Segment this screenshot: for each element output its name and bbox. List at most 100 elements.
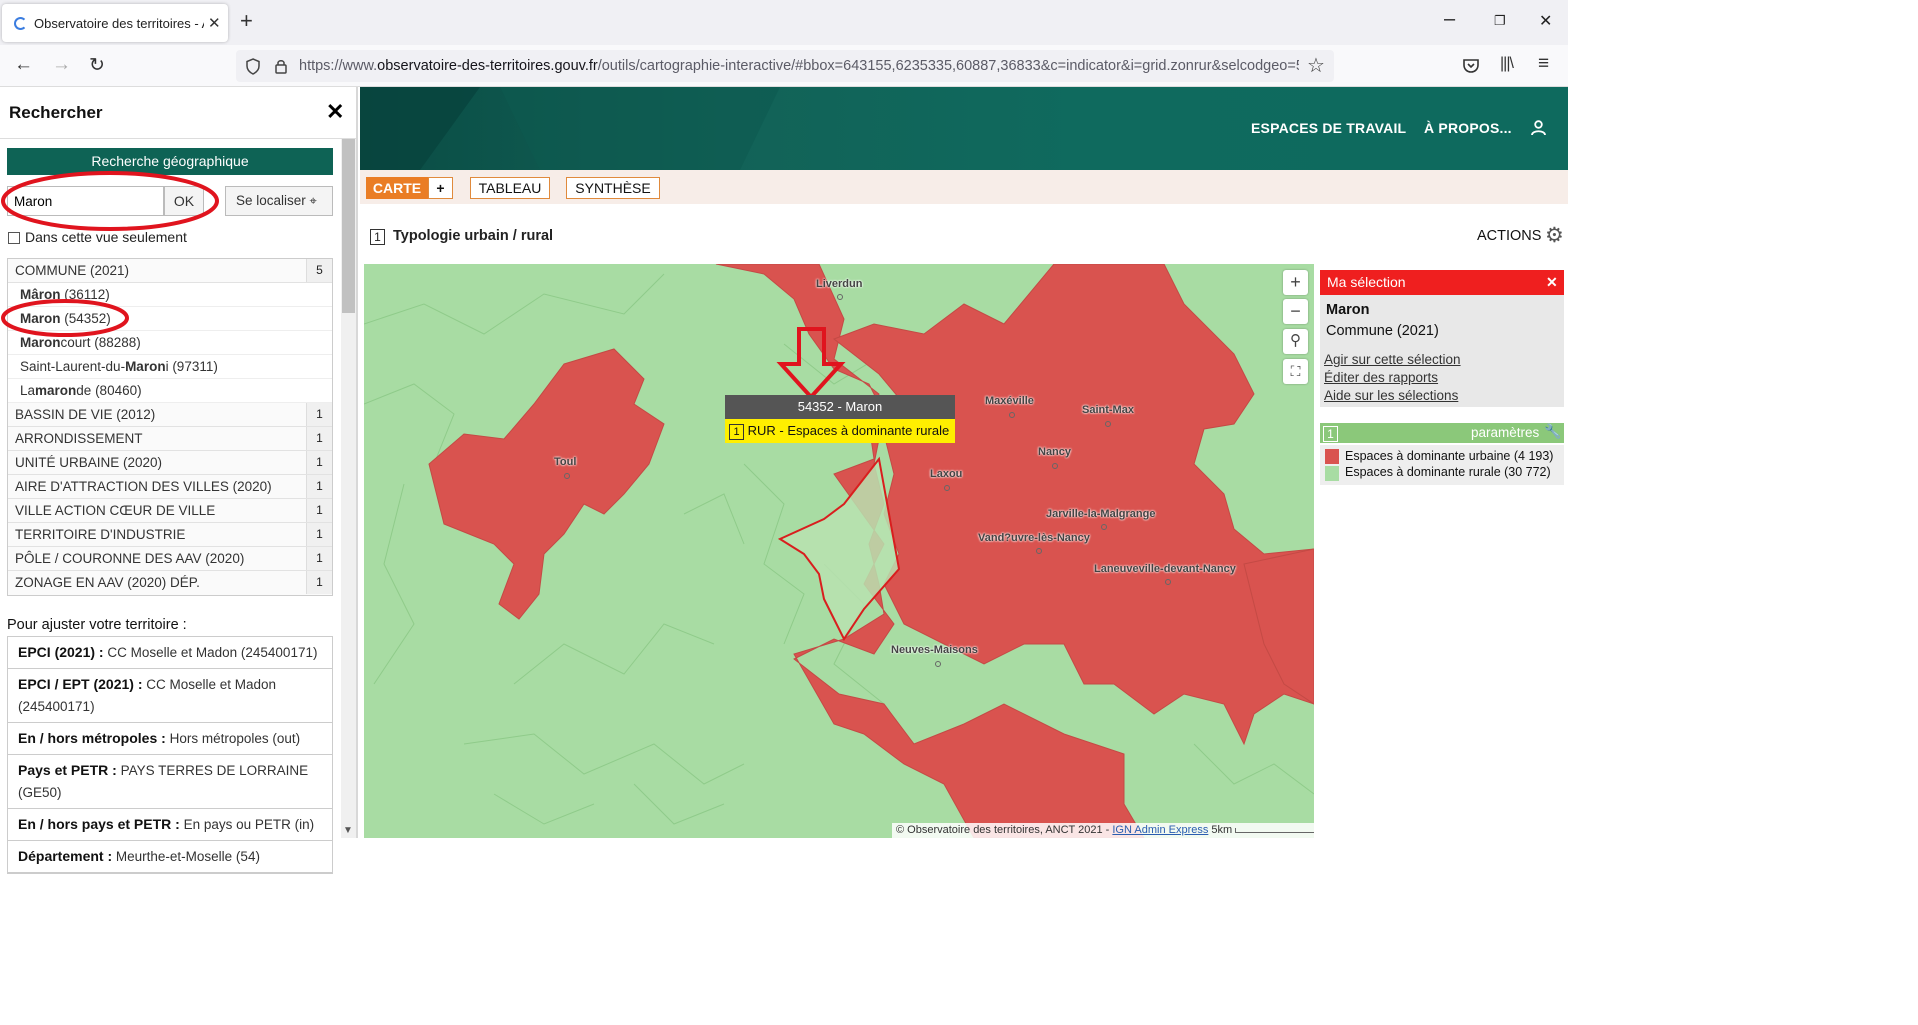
- about-link[interactable]: À PROPOS...: [1424, 120, 1512, 136]
- result-group[interactable]: PÔLE / COURONNE DES AAV (2020) 1: [8, 547, 332, 571]
- adjust-list: EPCI (2021) : CC Moselle et Madon (24540…: [7, 636, 333, 874]
- minimize-icon[interactable]: –: [1444, 8, 1455, 31]
- map-attribution: © Observatoire des territoires, ANCT 202…: [892, 823, 1314, 838]
- legend-label: Espaces à dominante urbaine (4 193): [1345, 449, 1554, 463]
- map-title-row: 1 Typologie urbain / rural ACTIONS ⚙: [360, 204, 1568, 264]
- group-count: 1: [306, 571, 332, 594]
- adjust-item[interactable]: En / hors métropoles : Hors métropoles (…: [8, 723, 332, 755]
- tab-synthese[interactable]: SYNTHÈSE: [566, 177, 660, 199]
- close-tab-icon[interactable]: ✕: [208, 14, 221, 32]
- shield-icon[interactable]: [245, 58, 261, 75]
- map-tooltip-value: 1 RUR - Espaces à dominante rurale: [725, 419, 955, 443]
- gear-icon[interactable]: ⚙: [1545, 223, 1564, 248]
- zoom-out-button[interactable]: −: [1283, 299, 1308, 324]
- parameters-number: 1: [1323, 426, 1338, 442]
- app-header: ESPACES DE TRAVAIL À PROPOS...: [360, 87, 1568, 170]
- fullscreen-icon[interactable]: ⛶: [1283, 359, 1308, 384]
- group-count: 1: [306, 427, 332, 450]
- group-label: UNITÉ URBAINE (2020): [15, 455, 163, 470]
- adjust-item[interactable]: EPCI / EPT (2021) : CC Moselle et Madon …: [8, 669, 332, 723]
- map-tooltip-title: 54352 - Maron: [725, 395, 955, 419]
- parameters-label: paramètres: [1471, 425, 1540, 440]
- result-group[interactable]: BASSIN DE VIE (2012) 1: [8, 403, 332, 427]
- selection-body: Maron Commune (2021) Agir sur cette séle…: [1320, 295, 1564, 407]
- act-on-selection-link[interactable]: Agir sur cette sélection: [1324, 352, 1461, 367]
- map-legend: Espaces à dominante urbaine (4 193) Espa…: [1320, 445, 1564, 485]
- back-icon[interactable]: ←: [14, 54, 33, 76]
- view-tabs: CARTE + TABLEAU SYNTHÈSE: [360, 170, 1568, 204]
- result-group[interactable]: UNITÉ URBAINE (2020) 1: [8, 451, 332, 475]
- ign-link[interactable]: IGN Admin Express: [1112, 824, 1208, 836]
- adjust-title: Pour ajuster votre territoire :: [7, 617, 187, 633]
- result-annotation-ellipse: [1, 299, 129, 337]
- search-icon[interactable]: ⚲: [1283, 329, 1308, 354]
- group-label: VILLE ACTION CŒUR DE VILLE: [15, 503, 216, 518]
- group-label: ARRONDISSEMENT: [15, 431, 143, 446]
- reload-icon[interactable]: ↻: [89, 54, 105, 77]
- tab-tableau[interactable]: TABLEAU: [470, 177, 550, 199]
- city-label: Nancy: [1038, 446, 1072, 458]
- result-group[interactable]: AIRE D'ATTRACTION DES VILLES (2020) 1: [8, 475, 332, 499]
- selection-panel: Ma sélection ✕ Maron Commune (2021) Agir …: [1314, 264, 1568, 838]
- selection-help-link[interactable]: Aide sur les sélections: [1324, 388, 1458, 403]
- result-group[interactable]: VILLE ACTION CŒUR DE VILLE 1: [8, 499, 332, 523]
- close-selection-icon[interactable]: ✕: [1546, 270, 1558, 295]
- group-label: BASSIN DE VIE (2012): [15, 407, 156, 422]
- browser-tab[interactable]: Observatoire des territoires - AN ✕: [2, 4, 228, 42]
- pocket-icon[interactable]: [1462, 57, 1480, 75]
- map-number: 1: [370, 229, 385, 245]
- map-title: Typologie urbain / rural: [393, 228, 554, 244]
- zoom-in-button[interactable]: +: [1283, 270, 1308, 295]
- annotation-overlay: [1, 171, 219, 337]
- menu-icon[interactable]: ≡: [1538, 53, 1549, 75]
- address-bar[interactable]: https://www.observatoire-des-territoires…: [236, 50, 1334, 82]
- library-icon[interactable]: |||\: [1500, 55, 1514, 73]
- selection-header: Ma sélection ✕: [1320, 270, 1564, 295]
- result-group[interactable]: ZONAGE EN AAV (2020) DÉP. 1: [8, 571, 332, 595]
- city-label: Vand?uvre-lès-Nancy: [978, 532, 1090, 544]
- browser-tab-bar: Observatoire des territoires - AN ✕ + – …: [0, 0, 1568, 45]
- actions-button[interactable]: ACTIONS: [1477, 228, 1541, 244]
- result-group[interactable]: ARRONDISSEMENT 1: [8, 427, 332, 451]
- browser-navigation-bar: ← → ↻ https://www.observatoire-des-terri…: [0, 45, 1568, 87]
- loading-icon: [14, 17, 27, 30]
- url-text[interactable]: https://www.observatoire-des-territoires…: [299, 58, 1299, 74]
- restore-icon[interactable]: ❐: [1494, 13, 1506, 29]
- search-sidebar: Rechercher ✕ Recherche géographique OK S…: [0, 87, 358, 874]
- city-label: Toul: [554, 456, 577, 468]
- adjust-item[interactable]: EPCI (2021) : CC Moselle et Madon (24540…: [8, 637, 332, 669]
- choropleth-map[interactable]: [364, 264, 1314, 838]
- adjust-item[interactable]: Département : Meurthe-et-Moselle (54): [8, 841, 332, 873]
- legend-swatch-urban: [1325, 449, 1339, 464]
- commune-result[interactable]: Lamaronde (80460): [8, 379, 332, 403]
- workspaces-link[interactable]: ESPACES DE TRAVAIL: [1251, 120, 1406, 136]
- city-label: Laneuveville-devant-Nancy: [1094, 563, 1236, 575]
- adjust-item[interactable]: Pays et PETR : PAYS TERRES DE LORRAINE (…: [8, 755, 332, 809]
- add-map-button[interactable]: +: [428, 177, 453, 199]
- edit-reports-link[interactable]: Éditer des rapports: [1324, 370, 1438, 385]
- adjust-item[interactable]: En / hors pays et PETR : En pays ou PETR…: [8, 809, 332, 841]
- group-count: 1: [306, 547, 332, 570]
- city-label: Maxéville: [985, 395, 1034, 407]
- close-window-icon[interactable]: ✕: [1539, 11, 1552, 31]
- scale-bar: [1235, 827, 1314, 833]
- commune-result[interactable]: Saint-Laurent-du-Maroni (97311): [8, 355, 332, 379]
- forward-icon[interactable]: →: [52, 54, 71, 76]
- search-annotation-ellipse: [1, 171, 219, 231]
- city-label: Neuves-Maisons: [891, 644, 978, 656]
- wrench-icon[interactable]: 🔧: [1544, 423, 1561, 440]
- selected-commune-maron[interactable]: [777, 456, 901, 641]
- new-tab-icon[interactable]: +: [240, 8, 253, 34]
- selection-name: Maron: [1326, 302, 1370, 318]
- city-label: Laxou: [930, 468, 963, 480]
- lock-icon[interactable]: [274, 58, 288, 75]
- scroll-down-icon[interactable]: ▼: [343, 825, 353, 836]
- map-canvas[interactable]: Liverdun Maxéville Saint-Max Toul Nancy …: [364, 264, 1314, 838]
- user-icon[interactable]: [1531, 120, 1546, 136]
- tooltip-text: RUR - Espaces à dominante rurale: [747, 423, 950, 438]
- tab-carte[interactable]: CARTE: [366, 177, 428, 199]
- bookmark-star-icon[interactable]: ☆: [1307, 53, 1325, 78]
- parameters-bar[interactable]: 1 paramètres 🔧: [1320, 423, 1564, 443]
- group-count: 1: [306, 403, 332, 426]
- result-group[interactable]: TERRITOIRE D'INDUSTRIE 1: [8, 523, 332, 547]
